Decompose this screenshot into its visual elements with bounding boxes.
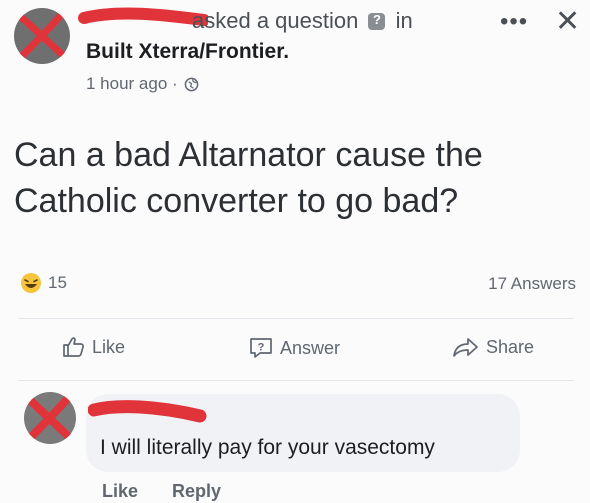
answers-count[interactable]: 17 Answers	[488, 274, 576, 294]
comment-reply-button[interactable]: Reply	[172, 481, 221, 502]
close-icon[interactable]: ✕	[555, 4, 580, 39]
reaction-count: 15	[48, 273, 67, 292]
commenter-avatar[interactable]	[24, 392, 76, 444]
share-label: Share	[486, 336, 535, 357]
question-post: asked a question in ••• ✕ Built Xterra/F…	[0, 0, 590, 503]
redaction-scribble	[16, 12, 68, 62]
reaction-summary[interactable]: 15	[20, 272, 67, 294]
globe-icon	[184, 77, 199, 91]
comment-text: I will literally pay for your vasectomy	[100, 436, 435, 459]
more-icon[interactable]: •••	[500, 8, 528, 36]
name-redaction	[78, 7, 208, 26]
group-name-link[interactable]: Built Xterra/Frontier.	[86, 40, 289, 64]
share-button[interactable]: Share	[452, 336, 534, 358]
answer-bubble-icon: ?	[250, 338, 272, 358]
thumbs-up-icon	[63, 337, 84, 357]
post-meta: 1 hour ago ·	[86, 74, 199, 94]
question-icon	[368, 12, 386, 30]
answer-button[interactable]: ? Answer	[248, 336, 340, 360]
commenter-name-redaction	[88, 400, 207, 423]
divider	[18, 380, 574, 381]
answer-label: Answer	[280, 337, 341, 358]
comment-like-button[interactable]: Like	[102, 481, 138, 502]
svg-text:?: ?	[258, 342, 265, 354]
header-in-text: in	[395, 8, 413, 33]
share-arrow-icon	[453, 338, 478, 357]
header-action-text: asked a question	[192, 8, 359, 33]
comment-actions: Like Reply	[102, 481, 221, 502]
like-label: Like	[92, 336, 126, 357]
divider	[18, 318, 574, 319]
avatar[interactable]	[14, 8, 70, 64]
timestamp[interactable]: 1 hour ago ·	[86, 74, 178, 94]
question-text: Can a bad Altarnator cause the Catholic …	[14, 136, 483, 220]
redaction-scribble	[24, 394, 74, 444]
laughing-emoji-icon	[21, 273, 41, 293]
header-line: asked a question in	[192, 8, 413, 34]
like-button[interactable]: Like	[62, 336, 125, 358]
